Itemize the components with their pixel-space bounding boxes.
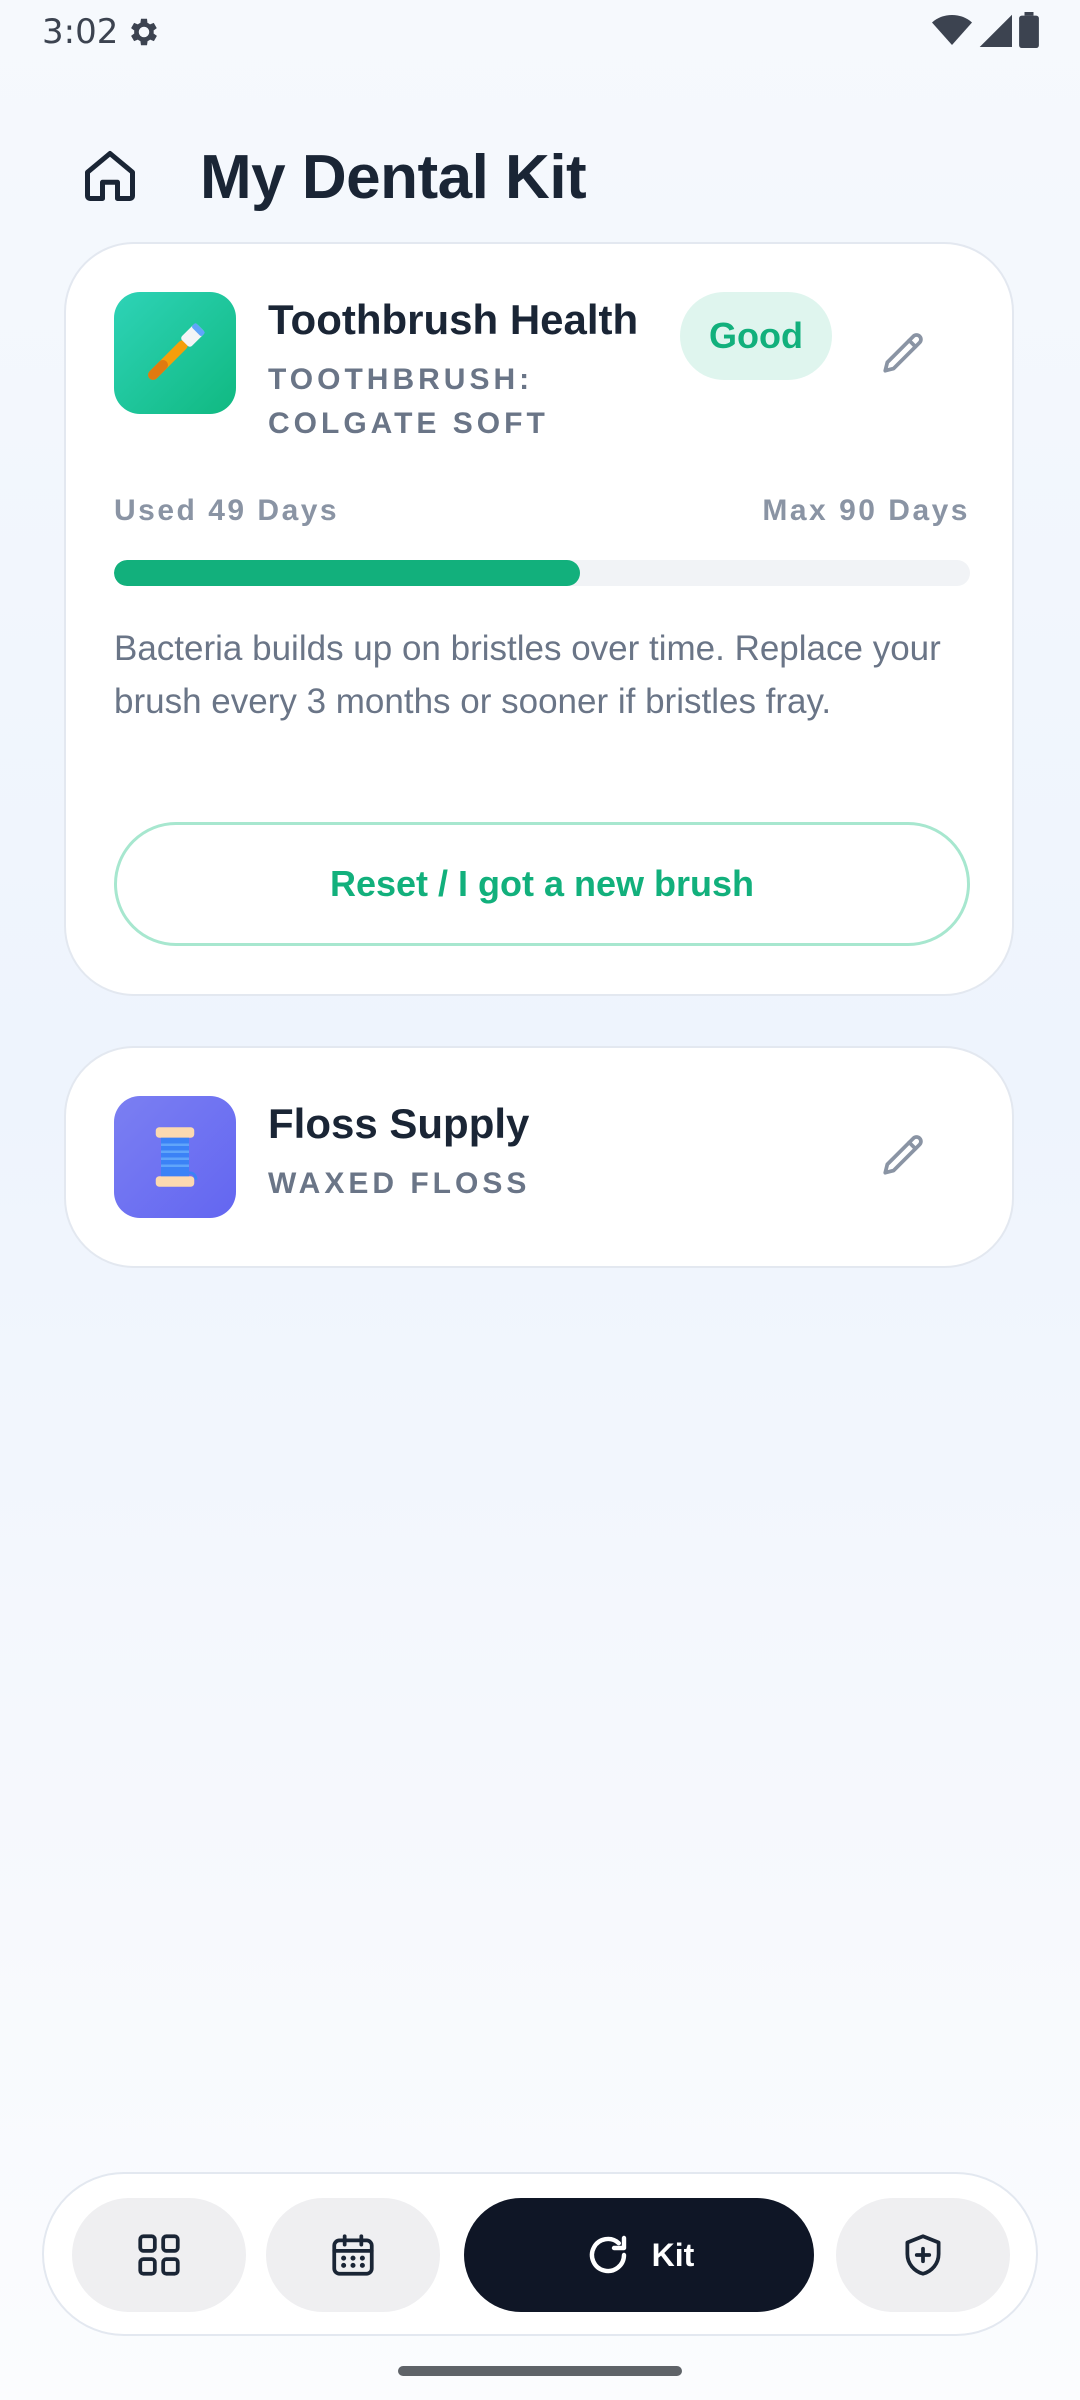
toothbrush-description: Bacteria builds up on bristles over time… [114, 629, 941, 721]
pencil-icon [883, 1135, 923, 1175]
status-bar: 3:02 [0, 0, 1080, 64]
used-days-label: Used 49 Days [114, 494, 340, 527]
toothbrush-health-card: Toothbrush Health TOOTHBRUSH: COLGATE SO… [64, 242, 1014, 996]
settings-gear-icon [131, 18, 157, 46]
nav-dashboard-button[interactable] [72, 2198, 246, 2312]
floss-card-title: Floss Supply [268, 1100, 530, 1147]
page-title: My Dental Kit [200, 143, 587, 212]
pencil-icon [883, 333, 923, 373]
home-indicator[interactable] [398, 2366, 682, 2376]
toothbrush-subtitle-line2: COLGATE SOFT [268, 407, 549, 440]
toothbrush-subtitle-line1: TOOTHBRUSH: [268, 363, 534, 396]
cell-signal-icon [979, 14, 1012, 47]
floss-supply-card: Floss Supply WAXED FLOSS [64, 1046, 1014, 1268]
grid-icon [138, 2234, 180, 2276]
wifi-icon [932, 15, 972, 45]
shield-plus-icon [905, 2234, 941, 2276]
reset-new-brush-button[interactable]: Reset / I got a new brush [114, 822, 970, 946]
usage-progress-fill [114, 560, 580, 586]
nav-kit-button[interactable]: Kit [464, 2198, 814, 2312]
toothbrush-icon [114, 292, 236, 414]
nav-kit-label: Kit [651, 2236, 695, 2273]
calendar-icon [332, 2234, 374, 2276]
status-time: 3:02 [42, 12, 119, 52]
bottom-nav: Kit [42, 2172, 1038, 2336]
usage-progress-bar [114, 560, 970, 586]
max-days-label: Max 90 Days [762, 494, 970, 527]
floss-spool-icon [114, 1096, 236, 1218]
status-icons [932, 12, 1040, 48]
floss-subtitle: WAXED FLOSS [268, 1167, 531, 1200]
status-badge: Good [680, 292, 832, 380]
edit-toothbrush-button[interactable] [872, 322, 936, 386]
toothbrush-card-title: Toothbrush Health [268, 296, 639, 343]
home-icon[interactable] [80, 146, 140, 206]
nav-calendar-button[interactable] [266, 2198, 440, 2312]
refresh-icon [589, 2235, 626, 2274]
nav-protection-button[interactable] [836, 2198, 1010, 2312]
battery-icon [1019, 12, 1039, 48]
page-header: My Dental Kit [0, 130, 1080, 230]
edit-floss-button[interactable] [872, 1124, 936, 1188]
